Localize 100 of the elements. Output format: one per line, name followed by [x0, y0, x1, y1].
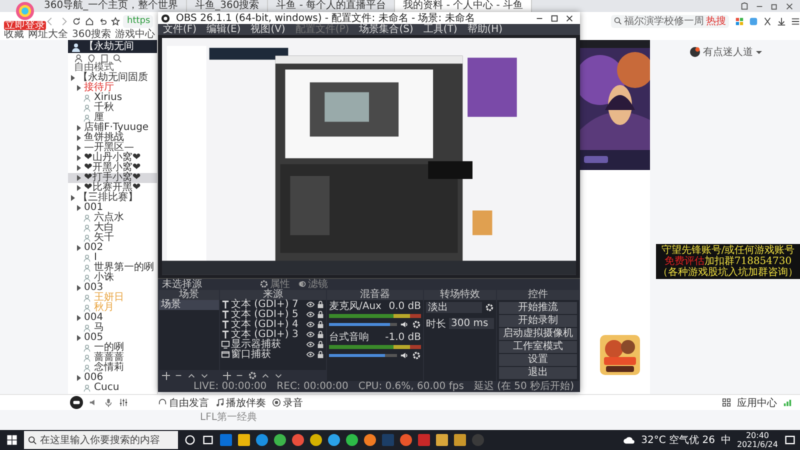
app-icon[interactable]: [274, 434, 286, 446]
gear-icon[interactable]: [412, 320, 421, 329]
speaker-icon[interactable]: [400, 350, 409, 360]
scene-item[interactable]: 场景: [159, 300, 219, 310]
collapse-arrow-icon[interactable]: [77, 245, 81, 251]
channel-tree-item[interactable]: 【三排比赛】: [68, 193, 157, 203]
search-field[interactable]: 福尔演学校修一周 热搜: [611, 14, 729, 28]
lock-icon[interactable]: [316, 330, 325, 340]
gamepad-icon[interactable]: [70, 396, 83, 409]
app-icon[interactable]: [364, 434, 376, 446]
weather-text[interactable]: 32°C 空气优 26: [641, 433, 715, 447]
menu-icon[interactable]: [791, 16, 800, 26]
channel-tree-item[interactable]: 小诛: [68, 273, 157, 283]
collapse-arrow-icon[interactable]: [77, 285, 81, 291]
volume-slider[interactable]: [329, 322, 397, 326]
channel-tree-item[interactable]: 001: [68, 203, 157, 213]
sliders-icon[interactable]: [119, 398, 128, 407]
undo-icon[interactable]: [98, 16, 107, 26]
channel-tree-item[interactable]: 厘: [68, 113, 157, 123]
lock-icon[interactable]: [316, 350, 325, 360]
channel-tree-item[interactable]: I: [68, 253, 157, 263]
headset-icon[interactable]: [158, 398, 167, 407]
volume-slider[interactable]: [329, 354, 397, 357]
channel-tree-item[interactable]: Cucu: [68, 383, 157, 393]
gear-icon[interactable]: [485, 302, 494, 312]
bookmark-link[interactable]: 360搜索: [72, 30, 112, 40]
gear-icon[interactable]: [412, 350, 421, 360]
source-item[interactable]: 文本 (GDI+) 4: [231, 320, 305, 330]
channel-tree-item[interactable]: 世界第一的咧: [68, 263, 157, 273]
windows-start-icon[interactable]: [6, 434, 18, 446]
duration-field[interactable]: 300 ms: [449, 318, 494, 330]
bookmark-link[interactable]: 游戏中心: [115, 30, 156, 40]
channel-tree-item[interactable]: 【永劫无间固质: [68, 73, 157, 83]
eye-icon[interactable]: [306, 320, 315, 330]
refresh-icon[interactable]: [72, 16, 81, 26]
grid-icon[interactable]: [735, 16, 744, 26]
transition-select[interactable]: 淡出: [426, 302, 482, 313]
control-button[interactable]: 开始推流: [499, 302, 577, 314]
channel-tree-item[interactable]: 006: [68, 373, 157, 383]
channel-tree-item[interactable]: 鱼饼挑战: [68, 133, 157, 143]
app-icon[interactable]: [292, 434, 304, 446]
channel-tree-item[interactable]: ❤打手小窝❤: [68, 173, 157, 183]
control-button[interactable]: 退出: [499, 366, 577, 379]
channel-tree-item[interactable]: 003: [68, 283, 157, 293]
task-view-icon[interactable]: [202, 434, 214, 446]
free-speech-button[interactable]: 自由发言: [169, 396, 209, 410]
channel-tree-item[interactable]: 大白: [68, 223, 157, 233]
speaker-icon[interactable]: [400, 320, 409, 329]
gear-icon[interactable]: [248, 371, 257, 380]
channel-tree-item[interactable]: Xirius: [68, 93, 157, 103]
user-menu[interactable]: 有点迷人道: [703, 45, 753, 59]
record-button[interactable]: 录音: [283, 396, 303, 410]
control-button[interactable]: 开始录制: [499, 314, 577, 327]
lock-icon[interactable]: [316, 300, 325, 310]
avatar-icon[interactable]: [690, 47, 700, 57]
channel-tree-item[interactable]: —开黑区—: [68, 143, 157, 153]
up-icon[interactable]: [261, 371, 270, 380]
collapse-arrow-icon[interactable]: [77, 375, 81, 381]
input-method-indicator[interactable]: 中: [720, 433, 731, 447]
control-button[interactable]: 设置: [499, 354, 577, 366]
app-icon[interactable]: [346, 434, 358, 446]
maximize-icon[interactable]: [550, 14, 559, 22]
channel-tree-item[interactable]: 马: [68, 323, 157, 333]
browser-logo-icon[interactable]: [14, 1, 36, 21]
menu-item[interactable]: 视图(V): [250, 24, 286, 35]
restore-icon[interactable]: [770, 2, 779, 10]
channel-tree-item[interactable]: 蔷蔷蔷: [68, 353, 157, 363]
source-item[interactable]: 文本 (GDI+) 5: [231, 310, 305, 320]
channel-tree-item[interactable]: 六点水: [68, 213, 157, 223]
source-item[interactable]: 文本 (GDI+) 7: [231, 300, 305, 310]
eye-icon[interactable]: [306, 330, 315, 340]
channel-tree-item[interactable]: 千秋: [68, 103, 157, 113]
app-center-link[interactable]: 应用中心: [737, 396, 777, 410]
control-button[interactable]: 启动虚拟摄像机: [499, 328, 577, 340]
channel-tree-item[interactable]: 002: [68, 243, 157, 253]
app-icon[interactable]: [400, 434, 412, 446]
channel-tree-item[interactable]: 005: [68, 333, 157, 343]
download-icon[interactable]: [777, 16, 786, 26]
search-icon[interactable]: [113, 54, 122, 62]
circle-icon[interactable]: [184, 434, 196, 446]
channel-tree-item[interactable]: 一的咧: [68, 343, 157, 353]
channel-tree-item[interactable]: ❤山丹小窝❤: [68, 153, 157, 163]
notification-icon[interactable]: [784, 434, 796, 446]
star-icon[interactable]: [111, 16, 120, 26]
scissors-icon[interactable]: [763, 16, 772, 26]
hot-badge[interactable]: 热搜: [706, 14, 726, 28]
lock-icon[interactable]: [316, 310, 325, 320]
channel-tree-item[interactable]: 店铺F·Tyuuge: [68, 123, 157, 133]
grid-icon[interactable]: [722, 398, 731, 407]
clock[interactable]: 20:40 2021/6/24: [736, 431, 778, 449]
channel-tree-item[interactable]: ❤比赛开黑❤: [68, 183, 157, 193]
channel-tree-item[interactable]: 004: [68, 313, 157, 323]
menu-item[interactable]: 编辑(E): [206, 24, 241, 35]
collapse-arrow-icon[interactable]: [77, 335, 81, 341]
record-icon[interactable]: [272, 398, 281, 407]
filters-button[interactable]: 滤镜: [298, 277, 328, 292]
document-icon[interactable]: [100, 54, 109, 62]
music-note-icon[interactable]: [215, 398, 224, 407]
location-icon[interactable]: [87, 54, 96, 62]
caret-icon[interactable]: [756, 50, 762, 54]
